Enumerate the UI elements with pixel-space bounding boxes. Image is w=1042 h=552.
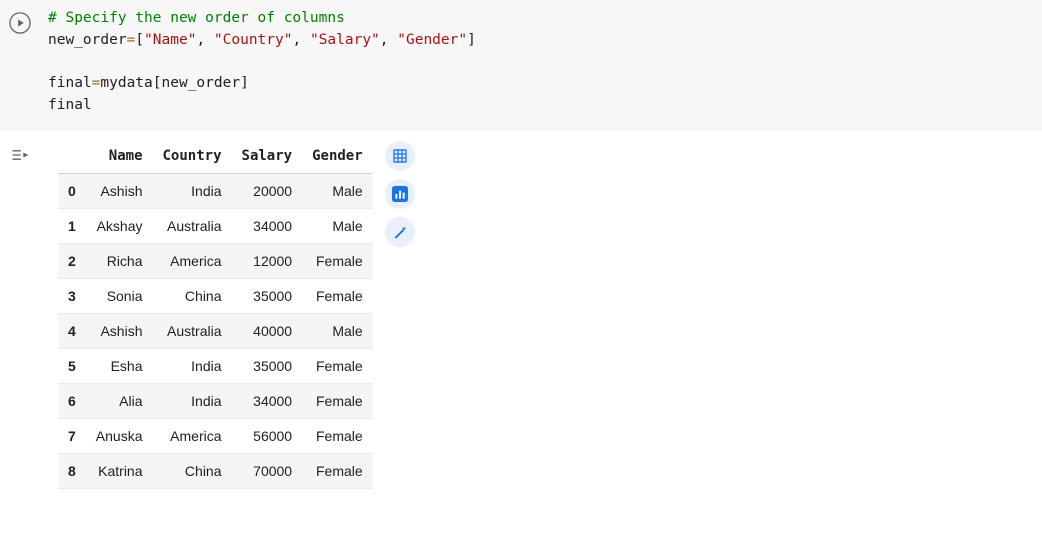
cell: 56000 xyxy=(232,418,303,453)
cell: America xyxy=(153,418,232,453)
cell: India xyxy=(153,383,232,418)
table-row: 1AkshayAustralia34000Male xyxy=(58,208,373,243)
cell: Male xyxy=(302,313,373,348)
code-token: final xyxy=(48,97,92,113)
table-row: 6AliaIndia34000Female xyxy=(58,383,373,418)
code-cell: # Specify the new order of columns new_o… xyxy=(0,0,1042,131)
magic-wand-icon xyxy=(392,224,408,240)
table-row: 2RichaAmerica12000Female xyxy=(58,243,373,278)
code-editor[interactable]: # Specify the new order of columns new_o… xyxy=(40,8,1042,117)
table-row: 8KatrinaChina70000Female xyxy=(58,453,373,488)
cell: 12000 xyxy=(232,243,303,278)
cell: Ashish xyxy=(86,173,153,208)
cell: Female xyxy=(302,278,373,313)
quick-chart-button[interactable] xyxy=(385,179,415,209)
code-token: , xyxy=(380,32,397,48)
code-comment: # Specify the new order of columns xyxy=(48,10,345,26)
code-token: ] xyxy=(467,32,476,48)
code-token: new_order xyxy=(48,32,127,48)
cell: 34000 xyxy=(232,383,303,418)
toggle-output-button[interactable] xyxy=(10,145,30,489)
cell: 34000 xyxy=(232,208,303,243)
cell: 40000 xyxy=(232,313,303,348)
cell: Katrina xyxy=(86,453,153,488)
cell: Sonia xyxy=(86,278,153,313)
code-token: , xyxy=(196,32,213,48)
table-header: Name Country Salary Gender xyxy=(58,139,373,174)
table-body: 0AshishIndia20000Male1AkshayAustralia340… xyxy=(58,173,373,488)
cell: America xyxy=(153,243,232,278)
generate-code-button[interactable] xyxy=(385,217,415,247)
table-row: 3SoniaChina35000Female xyxy=(58,278,373,313)
cell: Female xyxy=(302,383,373,418)
output-gutter xyxy=(0,139,40,489)
cell: 35000 xyxy=(232,278,303,313)
code-token: = xyxy=(127,32,136,48)
code-token: [ xyxy=(135,32,144,48)
row-index: 5 xyxy=(58,348,86,383)
code-string: "Gender" xyxy=(397,32,467,48)
output-body: Name Country Salary Gender 0AshishIndia2… xyxy=(40,139,415,489)
row-index: 7 xyxy=(58,418,86,453)
code-token: , xyxy=(292,32,309,48)
table-row: 7AnuskaAmerica56000Female xyxy=(58,418,373,453)
cell: China xyxy=(153,453,232,488)
output-area: Name Country Salary Gender 0AshishIndia2… xyxy=(0,131,1042,489)
code-token: final xyxy=(48,75,92,91)
row-index: 8 xyxy=(58,453,86,488)
code-string: "Country" xyxy=(214,32,293,48)
table-row: 0AshishIndia20000Male xyxy=(58,173,373,208)
cell: Ashish xyxy=(86,313,153,348)
grid-table-icon xyxy=(392,148,408,164)
cell: Female xyxy=(302,243,373,278)
cell: 70000 xyxy=(232,453,303,488)
code-token: ] xyxy=(240,75,249,91)
row-index: 6 xyxy=(58,383,86,418)
row-index: 3 xyxy=(58,278,86,313)
cell: China xyxy=(153,278,232,313)
table-corner xyxy=(58,139,86,174)
col-header: Salary xyxy=(232,139,303,174)
output-action-column xyxy=(385,139,415,489)
cell: Australia xyxy=(153,208,232,243)
col-header: Country xyxy=(153,139,232,174)
cell: Female xyxy=(302,348,373,383)
cell: Alia xyxy=(86,383,153,418)
table-row: 5EshaIndia35000Female xyxy=(58,348,373,383)
code-string: "Salary" xyxy=(310,32,380,48)
cell: 35000 xyxy=(232,348,303,383)
col-header: Name xyxy=(86,139,153,174)
dataframe-table: Name Country Salary Gender 0AshishIndia2… xyxy=(58,139,373,489)
cell: Australia xyxy=(153,313,232,348)
cell: Akshay xyxy=(86,208,153,243)
cell: Female xyxy=(302,418,373,453)
row-index: 4 xyxy=(58,313,86,348)
code-token: mydata xyxy=(100,75,152,91)
cell: Esha xyxy=(86,348,153,383)
cell: Female xyxy=(302,453,373,488)
play-icon xyxy=(9,12,31,34)
run-column xyxy=(0,8,40,117)
code-token: new_order xyxy=(162,75,241,91)
cell: Richa xyxy=(86,243,153,278)
cell: 20000 xyxy=(232,173,303,208)
cell: Male xyxy=(302,173,373,208)
col-header: Gender xyxy=(302,139,373,174)
toggle-output-icon xyxy=(10,145,30,165)
row-index: 2 xyxy=(58,243,86,278)
cell: Anuska xyxy=(86,418,153,453)
interactive-table-button[interactable] xyxy=(385,141,415,171)
row-index: 1 xyxy=(58,208,86,243)
table-row: 4AshishAustralia40000Male xyxy=(58,313,373,348)
code-token: [ xyxy=(153,75,162,91)
bar-chart-icon xyxy=(392,186,408,202)
code-string: "Name" xyxy=(144,32,196,48)
run-cell-button[interactable] xyxy=(9,12,31,34)
cell: Male xyxy=(302,208,373,243)
cell: India xyxy=(153,173,232,208)
row-index: 0 xyxy=(58,173,86,208)
cell: India xyxy=(153,348,232,383)
